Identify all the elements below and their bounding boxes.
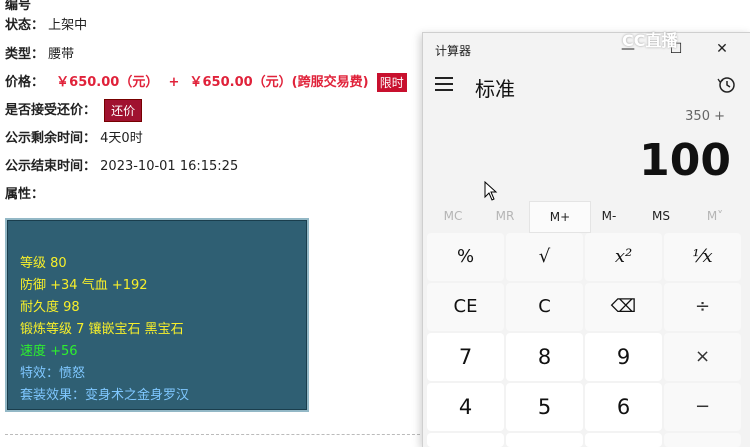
add-key[interactable]	[664, 433, 741, 447]
remain-time-row: 公示剩余时间： 4天0时	[5, 127, 143, 146]
attr-set-bonus: 套装效果：变身术之金身罗汉	[20, 388, 190, 403]
end-time-label: 公示结束时间：	[5, 159, 97, 174]
sqrt-key[interactable]: √	[506, 233, 583, 281]
expression-display: 350 +	[685, 109, 725, 124]
limit-tag: 限时	[376, 73, 407, 92]
price-plus: +	[168, 75, 180, 90]
digit-6-key[interactable]: 6	[585, 383, 662, 431]
attr-defense-hp: 防御 +34 气血 +192	[20, 278, 148, 293]
price-label: 价格：	[5, 75, 45, 90]
attr-forge-gem: 锻炼等级 7 镶嵌宝石 黑宝石	[20, 322, 184, 337]
digit-8-key[interactable]: 8	[506, 333, 583, 381]
divider	[5, 434, 420, 435]
type-value: 腰带	[48, 47, 75, 62]
attributes-panel: 等级 80 防御 +34 气血 +192 耐久度 98 锻炼等级 7 镶嵌宝石 …	[5, 218, 309, 412]
digit-9-key[interactable]: 9	[585, 333, 662, 381]
divide-key[interactable]: ÷	[664, 283, 741, 331]
status-row: 状态： 上架中	[5, 14, 87, 33]
digit-2-key[interactable]	[506, 433, 583, 447]
price-value: ￥650.00（元）	[56, 75, 159, 90]
attr-effect: 特效：愤怒	[20, 366, 86, 381]
type-row: 类型： 腰带	[5, 43, 74, 62]
square-key[interactable]: x²	[585, 233, 662, 281]
clear-key[interactable]: C	[506, 283, 583, 331]
attr-level: 等级 80	[20, 256, 67, 271]
history-icon[interactable]	[717, 75, 737, 95]
counter-offer-label: 是否接受还价：	[5, 103, 97, 118]
status-value: 上架中	[48, 18, 88, 33]
number-row: 编号	[5, 0, 32, 13]
percent-key[interactable]: %	[427, 233, 504, 281]
memory-store-button[interactable]: MS	[631, 201, 691, 231]
watermark-text: CC直播	[622, 31, 678, 50]
reciprocal-key[interactable]: ⅟x	[664, 233, 741, 281]
counter-offer-row: 是否接受还价： 还价	[5, 99, 143, 122]
result-display: 100	[639, 135, 731, 186]
watermark-logo: CC直播	[622, 27, 742, 50]
digit-7-key[interactable]: 7	[427, 333, 504, 381]
digit-4-key[interactable]: 4	[427, 383, 504, 431]
clear-entry-key[interactable]: CE	[427, 283, 504, 331]
counter-offer-button[interactable]: 还价	[104, 99, 143, 122]
menu-icon[interactable]	[435, 77, 453, 95]
price-row: 价格： ￥650.00（元） + ￥650.00（元）(跨服交易费) 限时	[5, 71, 407, 92]
calculator-mode-title: 标准	[475, 77, 515, 101]
backspace-key[interactable]: ⌫	[585, 283, 662, 331]
digit-5-key[interactable]: 5	[506, 383, 583, 431]
digit-1-key[interactable]	[427, 433, 504, 447]
type-label: 类型：	[5, 47, 45, 62]
multiply-key[interactable]: ×	[664, 333, 741, 381]
remain-time-label: 公示剩余时间：	[5, 131, 97, 146]
price-cross-server: ￥650.00（元）(跨服交易费)	[189, 75, 369, 90]
digit-3-key[interactable]	[585, 433, 662, 447]
calculator-app-title: 计算器	[435, 44, 472, 58]
calculator-window[interactable]: 计算器 — ☐ ✕ 标准 350 + 100 MC MR M+ M- MS M˅…	[422, 32, 750, 447]
attr-speed: 速度 +56	[20, 344, 78, 359]
end-time-row: 公示结束时间： 2023-10-01 16:15:25	[5, 155, 238, 174]
memory-row: MC MR M+ M- MS M˅	[423, 201, 750, 233]
attributes-row: 属性：	[5, 183, 44, 202]
subtract-key[interactable]: −	[664, 383, 741, 431]
end-time-value: 2023-10-01 16:15:25	[100, 159, 239, 174]
remain-time-value: 4天0时	[100, 131, 143, 146]
memory-list-button[interactable]: M˅	[685, 201, 745, 231]
memory-clear-button[interactable]: MC	[423, 201, 483, 231]
memory-subtract-button[interactable]: M-	[579, 201, 639, 231]
mouse-cursor-icon	[484, 181, 498, 201]
attr-durability: 耐久度 98	[20, 300, 80, 315]
attributes-label: 属性：	[5, 187, 45, 202]
memory-recall-button[interactable]: MR	[475, 201, 535, 231]
status-label: 状态：	[5, 18, 45, 33]
